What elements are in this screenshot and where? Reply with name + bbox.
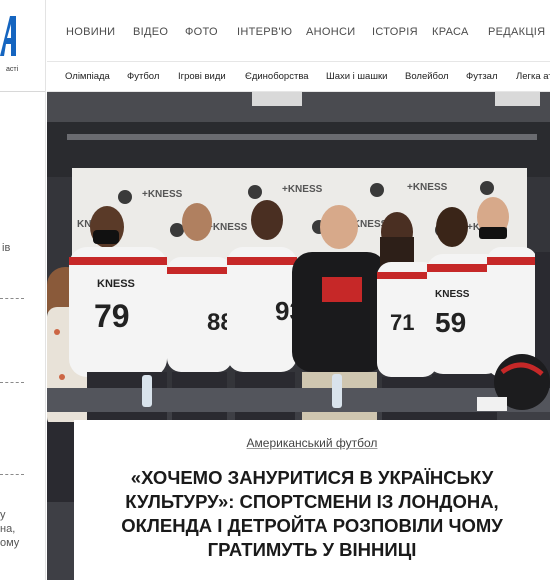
sidebar-divider xyxy=(0,382,24,383)
subnav-chess[interactable]: Шахи і шашки xyxy=(326,71,387,82)
subnav-team-sports[interactable]: Ігрові види xyxy=(178,71,226,82)
site-logo[interactable]: асті xyxy=(0,0,45,92)
svg-text:KNESS: KNESS xyxy=(97,278,135,290)
sidebar-text-fragment[interactable]: на, xyxy=(0,522,15,536)
nav-news[interactable]: НОВИНИ xyxy=(66,26,115,38)
logo-mark-icon xyxy=(0,16,16,56)
subnav-futsal[interactable]: Футзал xyxy=(466,71,498,82)
article-category[interactable]: Американський футбол xyxy=(74,436,550,450)
subnav-martial-arts[interactable]: Єдиноборства xyxy=(245,71,309,82)
svg-text:79: 79 xyxy=(94,298,130,334)
svg-text:71: 71 xyxy=(390,310,414,335)
article-category-link[interactable]: Американський футбол xyxy=(247,436,378,450)
nav-video[interactable]: ВІДЕО xyxy=(133,26,168,38)
sidebar-divider xyxy=(0,474,24,475)
svg-text:+KNESS: +KNESS xyxy=(142,189,183,200)
nav-history[interactable]: ІСТОРІЯ xyxy=(372,26,418,38)
article-card: Американський футбол «Хочемо зануритися … xyxy=(74,420,550,580)
subnav-olympics[interactable]: Олімпіада xyxy=(65,71,110,82)
svg-text:59: 59 xyxy=(435,307,466,338)
svg-text:KNESS: KNESS xyxy=(435,289,470,300)
sports-navigation: Олімпіада Футбол Ігрові види Єдиноборств… xyxy=(47,62,550,92)
subnav-football[interactable]: Футбол xyxy=(127,71,159,82)
sidebar-text-fragment[interactable]: у xyxy=(0,508,6,522)
nav-announcements[interactable]: АНОНСИ xyxy=(306,26,355,38)
nav-editorial[interactable]: РЕДАКЦІЯ xyxy=(488,26,545,38)
logo-tagline: асті xyxy=(6,66,19,73)
nav-photo[interactable]: ФОТО xyxy=(185,26,218,38)
svg-text:+KNESS: +KNESS xyxy=(207,222,248,233)
nav-beauty[interactable]: КРАСА xyxy=(432,26,469,38)
subnav-volleyball[interactable]: Волейбол xyxy=(405,71,449,82)
nav-interview[interactable]: ІНТЕРВ'Ю xyxy=(237,26,292,38)
page: асті ів у на, ому НОВИНИ ВІДЕО ФОТО ІНТЕ… xyxy=(0,0,550,580)
sidebar-text-fragment[interactable]: ів xyxy=(2,241,10,255)
main-navigation: НОВИНИ ВІДЕО ФОТО ІНТЕРВ'Ю АНОНСИ ІСТОРІ… xyxy=(47,0,550,62)
subnav-athletics[interactable]: Легка атл xyxy=(516,71,550,82)
sidebar-text-fragment[interactable]: ому xyxy=(0,536,19,550)
sidebar-divider xyxy=(0,298,24,299)
svg-text:+KNESS: +KNESS xyxy=(282,184,323,195)
article-headline[interactable]: «Хочемо зануритися в українську культуру… xyxy=(94,466,530,562)
left-sidebar: асті ів у на, ому xyxy=(0,0,46,580)
svg-text:+KNESS: +KNESS xyxy=(407,182,448,193)
